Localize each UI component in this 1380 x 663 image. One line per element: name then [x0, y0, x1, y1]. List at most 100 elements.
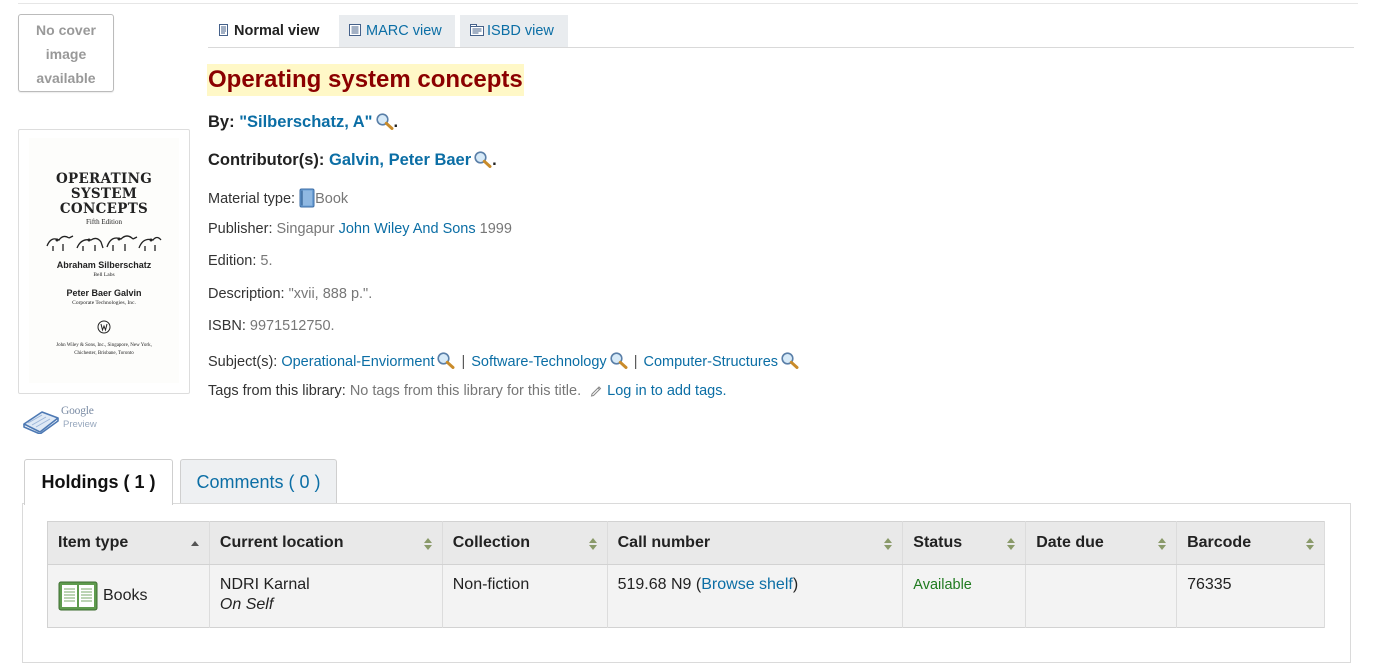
author-label: By:	[208, 113, 235, 131]
subject-link[interactable]: Computer-Structures	[643, 354, 778, 370]
tab-marc-view[interactable]: MARC view	[339, 15, 455, 47]
google-preview-preview-text: Preview	[63, 419, 97, 430]
edition-label: Edition:	[208, 253, 257, 269]
column-header-collection[interactable]: Collection	[442, 521, 608, 565]
column-header-status[interactable]: Status	[902, 521, 1027, 565]
tab-comments-label: Comments ( 0 )	[196, 472, 321, 492]
holdings-header-row: Item type Current location Collection Ca…	[47, 521, 1325, 565]
material-type-label: Material type:	[208, 191, 296, 207]
google-preview-button[interactable]: Google Preview	[22, 404, 104, 434]
cover-author2-affil: Corporate Technologies, Inc.	[72, 300, 136, 306]
collection-value: Non-fiction	[452, 576, 530, 593]
sublocation-value: On Self	[219, 596, 274, 613]
edition-value: 5.	[260, 253, 273, 269]
table-row: Books NDRI Karnal On Self Non-fiction 51…	[47, 564, 1325, 628]
contributor-row: Contributor(s): Galvin, Peter Baer.	[208, 150, 497, 169]
sort-both-icon	[423, 538, 432, 550]
open-book-icon	[58, 581, 98, 611]
cover-title-line: OPERATING	[55, 171, 153, 187]
sort-ascending-icon	[190, 541, 199, 546]
cell-call-number: 519.68 N9 (Browse shelf)	[607, 564, 904, 628]
cover-publisher-line: John Wiley & Sons, Inc., Singapore, New …	[56, 343, 152, 348]
call-number-value: 519.68 N9	[617, 576, 692, 593]
dinosaur-illustration-icon	[46, 235, 162, 251]
subject-link[interactable]: Software-Technology	[471, 354, 606, 370]
cell-date-due	[1025, 564, 1178, 628]
column-header-call-number[interactable]: Call number	[607, 521, 904, 565]
browse-shelf-link[interactable]: Browse shelf	[701, 576, 793, 593]
cover-page: OPERATING SYSTEM CONCEPTS Fifth Edition …	[29, 138, 179, 383]
google-preview-google-text: Google	[61, 405, 94, 417]
column-header-label: Status	[913, 534, 963, 551]
edition-row: Edition: 5.	[208, 253, 273, 269]
publisher-row: Publisher: Singapur John Wiley And Sons …	[208, 221, 512, 237]
record-title: Operating system concepts	[207, 64, 524, 96]
isbn-label: ISBN:	[208, 318, 246, 334]
location-value: NDRI Karnal	[219, 576, 310, 593]
sort-both-icon	[1158, 538, 1167, 550]
subject-link[interactable]: Operational-Enviorment	[281, 354, 434, 370]
tab-isbd-view-label[interactable]: ISBD view	[487, 23, 554, 39]
no-cover-placeholder: No cover image available	[18, 14, 114, 92]
publisher-label: Publisher:	[208, 221, 273, 237]
tab-isbd-view[interactable]: ISBD view	[460, 15, 568, 47]
material-type-value: Book	[315, 191, 349, 207]
document-icon	[219, 24, 228, 36]
view-tabs: Normal view MARC view ISBD view	[208, 15, 1354, 48]
cell-barcode: 76335	[1176, 564, 1325, 628]
subject-separator: |	[633, 354, 638, 370]
cover-publisher: John Wiley & Sons, Inc., Singapore, New …	[29, 342, 179, 358]
subject-separator: |	[461, 354, 466, 370]
cover-author1: Abraham Silberschatz	[56, 260, 152, 270]
publisher-link[interactable]: John Wiley And Sons	[339, 221, 476, 237]
column-header-label: Barcode	[1187, 534, 1252, 551]
isbd-icon	[470, 24, 484, 36]
author-link[interactable]: "Silberschatz, A"	[239, 113, 372, 131]
holdings-table: Item type Current location Collection Ca…	[47, 521, 1325, 628]
cover-title-line: CONCEPTS	[59, 201, 149, 217]
magnifier-search-icon[interactable]	[473, 150, 492, 168]
author-row: By: "Silberschatz, A".	[208, 112, 399, 131]
column-header-barcode[interactable]: Barcode	[1176, 521, 1325, 565]
column-header-label: Date due	[1036, 534, 1104, 551]
sort-both-icon	[588, 538, 597, 550]
magnifier-search-icon[interactable]	[780, 351, 799, 369]
sort-both-icon	[1007, 538, 1016, 550]
column-header-date-due[interactable]: Date due	[1025, 521, 1178, 565]
tab-normal-view[interactable]: Normal view	[208, 15, 338, 47]
google-preview-book-icon	[23, 411, 59, 434]
no-cover-text: No cover image available	[36, 22, 96, 86]
description-row: Description: "xvii, 888 p.".	[208, 286, 372, 302]
paren-close: )	[792, 576, 799, 593]
status-available: Available	[913, 577, 972, 593]
cover-title-line: SYSTEM	[70, 186, 138, 202]
contributor-link[interactable]: Galvin, Peter Baer	[329, 151, 471, 169]
sort-both-icon	[884, 538, 893, 550]
book-cover-image[interactable]: OPERATING SYSTEM CONCEPTS Fifth Edition …	[18, 129, 190, 394]
tab-comments[interactable]: Comments ( 0 )	[180, 459, 337, 504]
magnifier-search-icon[interactable]	[375, 112, 394, 130]
sort-both-icon	[1306, 538, 1314, 550]
magnifier-search-icon[interactable]	[436, 351, 455, 369]
column-header-label: Current location	[219, 534, 344, 551]
cover-edition: Fifth Edition	[86, 218, 122, 226]
column-header-item-type[interactable]: Item type	[47, 521, 210, 565]
cell-current-location: NDRI Karnal On Self	[209, 564, 443, 628]
tab-marc-view-label[interactable]: MARC view	[366, 23, 442, 39]
cell-collection: Non-fiction	[442, 564, 608, 628]
cover-publisher-line: Chichester, Brisbane, Toronto	[74, 351, 134, 356]
cell-item-type: Books	[47, 564, 210, 628]
description-label: Description:	[208, 286, 285, 302]
cover-author1-affil: Bell Labs	[93, 272, 115, 278]
material-type-row: Material type: Book	[208, 188, 348, 208]
tab-holdings[interactable]: Holdings ( 1 )	[24, 459, 173, 505]
tab-normal-view-label: Normal view	[234, 23, 320, 39]
isbn-row: ISBN: 9971512750.	[208, 318, 335, 334]
magnifier-search-icon[interactable]	[609, 351, 628, 369]
column-header-label: Collection	[452, 534, 531, 551]
barcode-value: 76335	[1187, 576, 1232, 593]
login-to-add-tags-link[interactable]: Log in to add tags.	[607, 383, 726, 399]
tags-value: No tags from this library for this title…	[349, 383, 582, 399]
subjects-row: Subject(s): Operational-Enviorment | Softw…	[208, 351, 799, 370]
column-header-current-location[interactable]: Current location	[209, 521, 443, 565]
